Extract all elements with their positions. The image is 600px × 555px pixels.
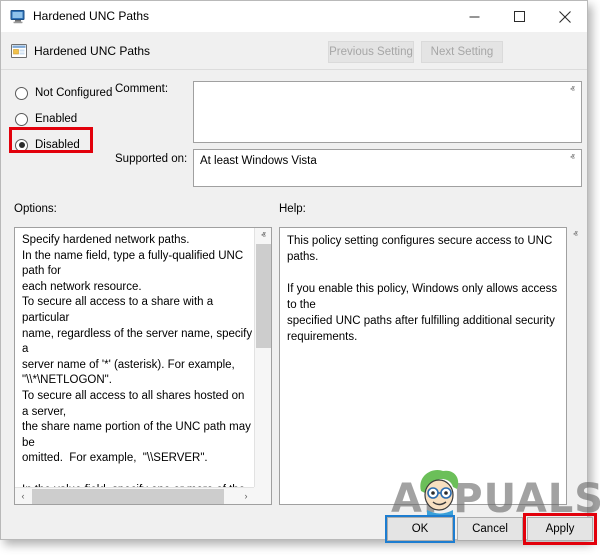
radio-not-configured[interactable]: Not Configured [15,85,112,101]
radio-label: Enabled [35,113,77,125]
scroll-up-icon[interactable]: ⱏ [570,84,574,94]
scroll-right-icon[interactable]: › [238,488,254,504]
scroll-up-icon[interactable]: ⱏ [567,227,584,241]
supported-on-value: At least Windows Vista [200,154,561,169]
comment-label: Comment: [115,83,168,95]
ok-button[interactable]: OK [387,517,453,541]
scroll-up-icon[interactable]: ⱏ [255,228,272,243]
help-text: This policy setting configures secure ac… [287,233,565,345]
scroll-down-icon[interactable]: ⱟ [255,472,272,487]
policy-setting-dialog: Hardened UNC Paths Hardened UNC Paths Pr… [0,0,588,540]
supported-on-label: Supported on: [115,153,187,165]
next-setting-button[interactable]: Next Setting [421,41,503,63]
radio-label: Disabled [35,139,80,151]
computer-policy-icon [10,9,26,24]
supported-on-scrollbar[interactable]: ⱏ ⱟ [564,150,581,186]
close-icon[interactable] [542,1,587,32]
options-vertical-scrollbar[interactable]: ⱏ ⱟ [254,228,271,487]
options-pane[interactable]: Specify hardened network paths. In the n… [14,227,272,505]
title-bar: Hardened UNC Paths [1,1,587,32]
options-horizontal-scrollbar[interactable]: ‹ › [15,487,254,504]
setting-header: Hardened UNC Paths Previous Setting Next… [1,32,587,70]
maximize-icon[interactable] [497,1,542,32]
scroll-down-icon[interactable]: ⱟ [567,491,584,505]
minimize-icon[interactable] [452,1,497,32]
options-text: Specify hardened network paths. In the n… [22,233,254,505]
options-label: Options: [14,203,57,215]
scroll-thumb-vertical[interactable] [256,244,271,348]
radio-label: Not Configured [35,87,112,99]
cancel-button[interactable]: Cancel [457,517,523,541]
comment-scrollbar[interactable]: ⱏ ⱟ [564,82,581,142]
radio-indicator-selected [15,139,28,152]
radio-indicator [15,113,28,126]
radio-indicator [15,87,28,100]
window-controls [452,1,587,32]
apply-button[interactable]: Apply [527,517,593,541]
scroll-left-icon[interactable]: ‹ [15,488,31,504]
radio-disabled[interactable]: Disabled [15,137,80,153]
previous-setting-button[interactable]: Previous Setting [328,41,414,63]
help-label: Help: [279,203,306,215]
help-scrollbar[interactable]: ⱏ ⱟ [567,227,584,505]
supported-on-field[interactable]: At least Windows Vista ⱏ ⱟ [193,149,582,187]
radio-enabled[interactable]: Enabled [15,111,77,127]
policy-setting-icon [11,43,27,59]
scroll-up-icon[interactable]: ⱏ [570,152,574,162]
comment-field[interactable]: ⱏ ⱟ [193,81,582,143]
scroll-thumb-horizontal[interactable] [32,489,224,504]
window-title: Hardened UNC Paths [33,9,149,23]
scrollbar-corner [254,487,271,504]
help-pane[interactable]: This policy setting configures secure ac… [279,227,567,505]
setting-name: Hardened UNC Paths [34,44,150,58]
